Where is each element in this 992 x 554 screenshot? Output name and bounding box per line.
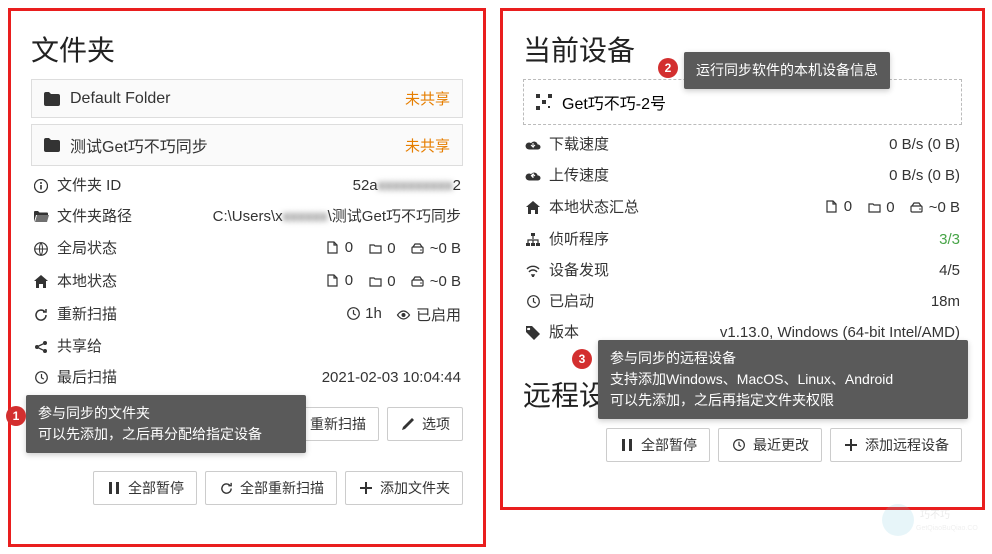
- pencil-icon: [400, 416, 416, 432]
- row-uptime: 已启动 18m: [523, 286, 962, 317]
- file-icon: [325, 273, 341, 289]
- row-local-state: 本地状态 0 0 ~0 B: [31, 265, 463, 298]
- home-icon: [33, 274, 49, 290]
- row-discovery: 设备发现 4/5: [523, 255, 962, 286]
- device-name: Get巧不巧-2号: [562, 90, 666, 114]
- annotation-tooltip-1: 参与同步的文件夹 可以先添加，之后再分配给指定设备: [26, 395, 306, 453]
- annotation-badge-3: 3: [572, 349, 592, 369]
- annotation-tooltip-3: 参与同步的远程设备 支持添加Windows、MacOS、Linux、Androi…: [598, 340, 968, 419]
- clock-icon: [33, 370, 49, 386]
- folders-bottom-bar: 全部暂停 全部重新扫描 添加文件夹: [31, 471, 463, 505]
- remote-bottom-bar: 全部暂停 最近更改 添加远程设备: [523, 428, 962, 462]
- disk-icon: [410, 241, 426, 257]
- globe-icon: [33, 241, 49, 257]
- plus-icon: [358, 480, 374, 496]
- folder-status: 未共享: [405, 135, 450, 156]
- row-upload: 上传速度 0 B/s (0 B): [523, 160, 962, 191]
- row-share: 共享给: [31, 331, 463, 362]
- folder-path-value: C:\Users\xxxxxxx\测试Get巧不巧同步: [132, 206, 461, 227]
- recent-changes-button[interactable]: 最近更改: [718, 428, 822, 462]
- watermark: 巧不巧 GetQiaoBuQiao.COM: [878, 500, 978, 540]
- plus-icon: [843, 437, 859, 453]
- svg-text:GetQiaoBuQiao.COM: GetQiaoBuQiao.COM: [916, 525, 978, 532]
- row-folder-path: 文件夹路径 C:\Users\xxxxxxx\测试Get巧不巧同步: [31, 201, 463, 232]
- home-icon: [525, 200, 541, 216]
- clock-icon: [525, 294, 541, 310]
- pause-icon: [106, 480, 122, 496]
- global-state-value: 0 0 ~0 B: [117, 237, 461, 260]
- svg-text:巧不巧: 巧不巧: [920, 510, 950, 521]
- pause-all-button[interactable]: 全部暂停: [93, 471, 197, 505]
- dir-icon: [367, 274, 383, 290]
- folder-status: 未共享: [405, 88, 450, 109]
- folder-details: 文件夹 ID 52axxxxxxxxxx2 文件夹路径 C:\Users\xxx…: [31, 166, 463, 399]
- clock-icon: [345, 306, 361, 322]
- signal-icon: [525, 263, 541, 279]
- cloud-down-icon: [525, 137, 541, 153]
- folder-open-icon: [33, 209, 49, 225]
- info-icon: [33, 178, 49, 194]
- refresh-icon: [33, 307, 49, 323]
- pause-icon: [619, 437, 635, 453]
- annotation-badge-1: 1: [6, 406, 26, 426]
- annotation-badge-2: 2: [658, 58, 678, 78]
- dir-icon: [866, 200, 882, 216]
- file-icon: [325, 240, 341, 256]
- row-listeners: 侦听程序 3/3: [523, 224, 962, 255]
- row-rescan: 重新扫描 1h 已启用: [31, 298, 463, 331]
- tag-icon: [525, 325, 541, 341]
- folder-name: Default Folder: [70, 90, 171, 108]
- refresh-icon: [218, 480, 234, 496]
- annotation-tooltip-2: 运行同步软件的本机设备信息: [684, 52, 890, 89]
- device-details: 下载速度 0 B/s (0 B) 上传速度 0 B/s (0 B) 本地状态汇总…: [523, 125, 962, 354]
- rescan-all-button[interactable]: 全部重新扫描: [205, 471, 337, 505]
- folder-id-value: 52axxxxxxxxxx2: [121, 175, 461, 196]
- clock-icon: [731, 437, 747, 453]
- cloud-up-icon: [525, 168, 541, 184]
- share-icon: [33, 339, 49, 355]
- folders-title: 文件夹: [31, 29, 463, 69]
- sitemap-icon: [525, 232, 541, 248]
- qr-icon: [536, 94, 552, 110]
- row-local-summary: 本地状态汇总 0 0 ~0 B: [523, 191, 962, 224]
- add-folder-button[interactable]: 添加文件夹: [345, 471, 463, 505]
- folder-icon: [44, 91, 60, 107]
- options-button[interactable]: 选项: [387, 407, 463, 441]
- row-last-scan: 最后扫描 2021-02-03 10:04:44: [31, 362, 463, 393]
- folder-row-test[interactable]: 测试Get巧不巧同步 未共享: [31, 124, 463, 166]
- row-download: 下载速度 0 B/s (0 B): [523, 129, 962, 160]
- folders-panel: 文件夹 Default Folder 未共享 测试Get巧不巧同步 未共享 文件…: [8, 8, 486, 547]
- row-folder-id: 文件夹 ID 52axxxxxxxxxx2: [31, 170, 463, 201]
- eye-icon: [396, 307, 412, 323]
- disk-icon: [410, 274, 426, 290]
- folder-row-default[interactable]: Default Folder 未共享: [31, 79, 463, 118]
- dir-icon: [367, 241, 383, 257]
- add-remote-button[interactable]: 添加远程设备: [830, 428, 962, 462]
- pause-all-remote-button[interactable]: 全部暂停: [606, 428, 710, 462]
- folder-name: 测试Get巧不巧同步: [70, 133, 208, 157]
- file-icon: [824, 199, 840, 215]
- folder-icon: [44, 137, 60, 153]
- row-global-state: 全局状态 0 0 ~0 B: [31, 232, 463, 265]
- last-scan-value: 2021-02-03 10:04:44: [117, 367, 461, 388]
- disk-icon: [909, 200, 925, 216]
